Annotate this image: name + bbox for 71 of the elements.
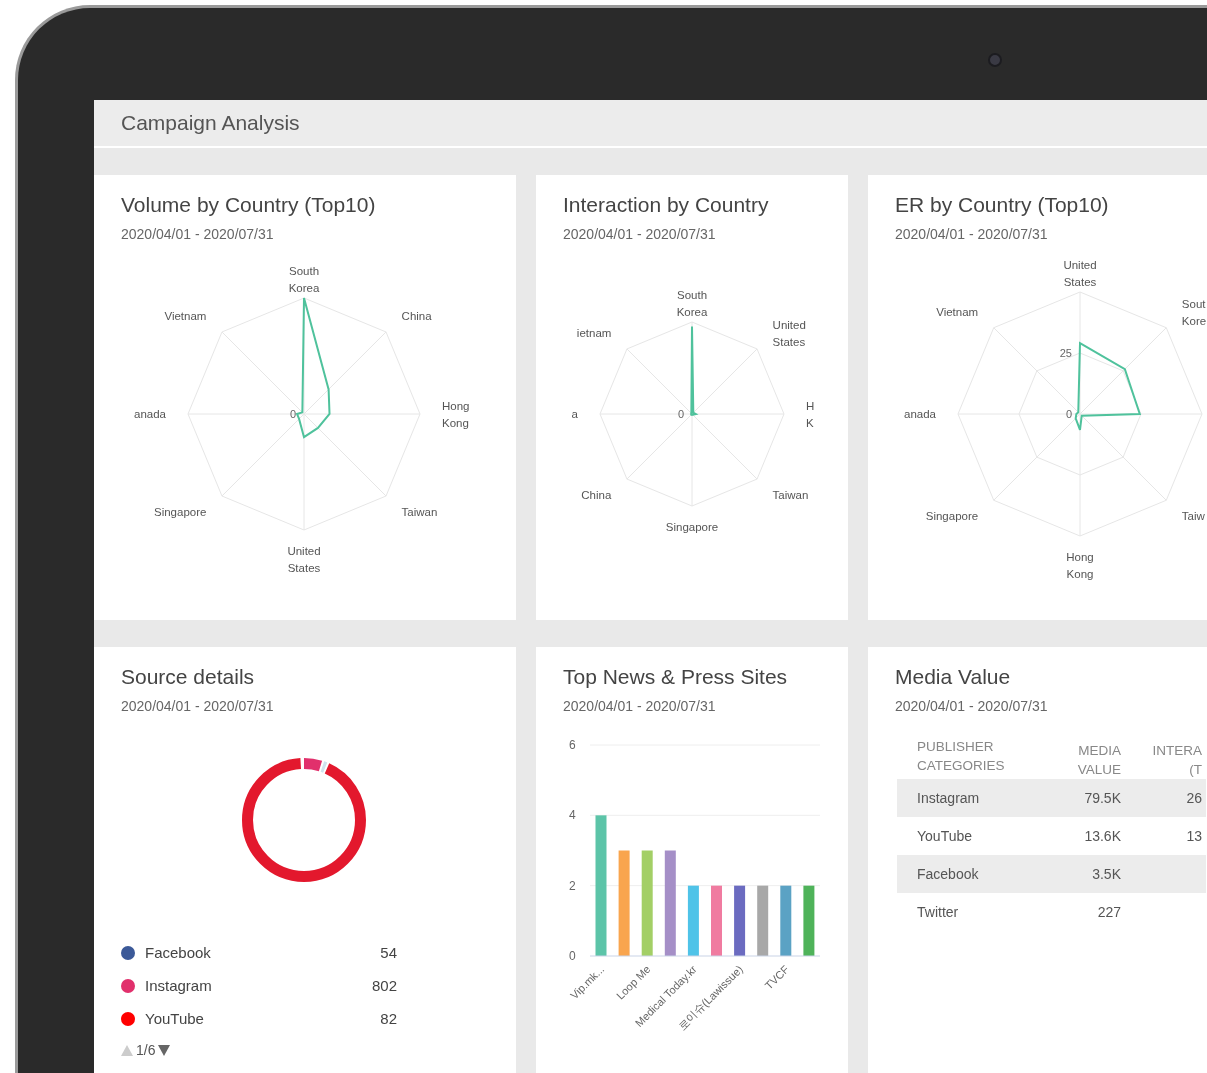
axis-label: United States xyxy=(1063,259,1097,288)
y-axis-label: 4 xyxy=(569,808,576,823)
table-cell: Instagram xyxy=(917,790,980,806)
axis-label: anada xyxy=(904,408,936,420)
card-title: Media Value xyxy=(895,664,1012,690)
axis-label: Singapore xyxy=(154,505,207,518)
legend-value: 54 xyxy=(380,944,397,961)
table-cell: 79.5K xyxy=(1084,790,1121,806)
table-cell: 227 xyxy=(1097,904,1121,920)
column-header: INTERA (T xyxy=(1125,737,1206,779)
axis-label: China xyxy=(581,488,612,501)
y-axis-label: 2 xyxy=(569,878,576,893)
date-range: 2020/04/01 - 2020/07/31 xyxy=(563,697,716,715)
axis-label: Hong Kong xyxy=(442,399,470,429)
legend-value: 82 xyxy=(380,1010,397,1027)
table-cell: 26 xyxy=(1186,790,1202,806)
axis-label: Taiw xyxy=(1181,509,1205,522)
y-axis-label: 6 xyxy=(569,738,576,752)
table-cell: Facebook xyxy=(917,866,979,882)
axis-label: anada xyxy=(134,408,166,420)
axis-label: Singapore xyxy=(665,521,719,533)
axis-tick-label: 0 xyxy=(1065,408,1072,420)
axis-label: Taiwan xyxy=(772,488,809,501)
axis-label: South Korea xyxy=(288,265,320,294)
legend-label: Instagram xyxy=(145,977,212,994)
page-indicator: 1/6 xyxy=(136,1042,156,1058)
triangle-down-icon[interactable] xyxy=(158,1044,171,1056)
table-cell: 13.6K xyxy=(1084,828,1121,844)
bar xyxy=(687,885,699,956)
y-axis-label: 0 xyxy=(569,949,576,963)
table-cell: 13 xyxy=(1186,828,1202,844)
column-header: PUBLISHER CATEGORIES xyxy=(897,737,1057,779)
legend-label: YouTube xyxy=(145,1010,204,1027)
bar xyxy=(734,885,746,956)
legend-label: Facebook xyxy=(145,944,211,961)
date-range: 2020/04/01 - 2020/07/31 xyxy=(121,697,274,715)
table-cell: YouTube xyxy=(917,828,972,844)
axis-label: Singapore xyxy=(925,509,979,522)
axis-label: ietnam xyxy=(576,327,612,340)
page-title: Campaign Analysis xyxy=(121,111,300,135)
axis-label: H K xyxy=(806,399,815,429)
card-title: Top News & Press Sites xyxy=(563,664,789,690)
axis-label: United States xyxy=(772,318,806,348)
bar xyxy=(803,885,815,956)
axis-tick-label: 0 xyxy=(677,408,684,420)
axis-label: Sout Kore xyxy=(1181,297,1207,327)
date-range: 2020/04/01 - 2020/07/31 xyxy=(895,697,1048,715)
axis-label: Vietnam xyxy=(164,310,207,323)
card-title: Interaction by Country xyxy=(563,192,770,218)
axis-label: Hong Kong xyxy=(1066,551,1094,580)
table-cell: 3.5K xyxy=(1092,866,1121,882)
axis-tick-label: 0 xyxy=(289,408,296,420)
legend-value: 802 xyxy=(371,977,397,994)
bar xyxy=(711,885,722,956)
axis-label: South Korea xyxy=(676,289,708,318)
date-range: 2020/04/01 - 2020/07/31 xyxy=(895,225,1048,243)
date-range: 2020/04/01 - 2020/07/31 xyxy=(121,225,274,243)
table-cell: Twitter xyxy=(917,904,959,920)
axis-label: United States xyxy=(287,545,321,574)
axis-label: a xyxy=(571,408,578,420)
axis-label: Taiwan xyxy=(401,505,438,518)
date-range: 2020/04/01 - 2020/07/31 xyxy=(563,225,716,243)
card-title: ER by Country (Top10) xyxy=(895,192,1110,218)
axis-label: China xyxy=(401,310,432,323)
bar xyxy=(757,885,769,956)
column-header: MEDIA VALUE xyxy=(1057,737,1125,779)
card-title: Source details xyxy=(121,664,256,690)
axis-label: Vietnam xyxy=(936,306,979,319)
bar xyxy=(780,885,792,956)
axis-tick-label: 25 xyxy=(1059,347,1072,359)
card-title: Volume by Country (Top10) xyxy=(121,192,377,218)
